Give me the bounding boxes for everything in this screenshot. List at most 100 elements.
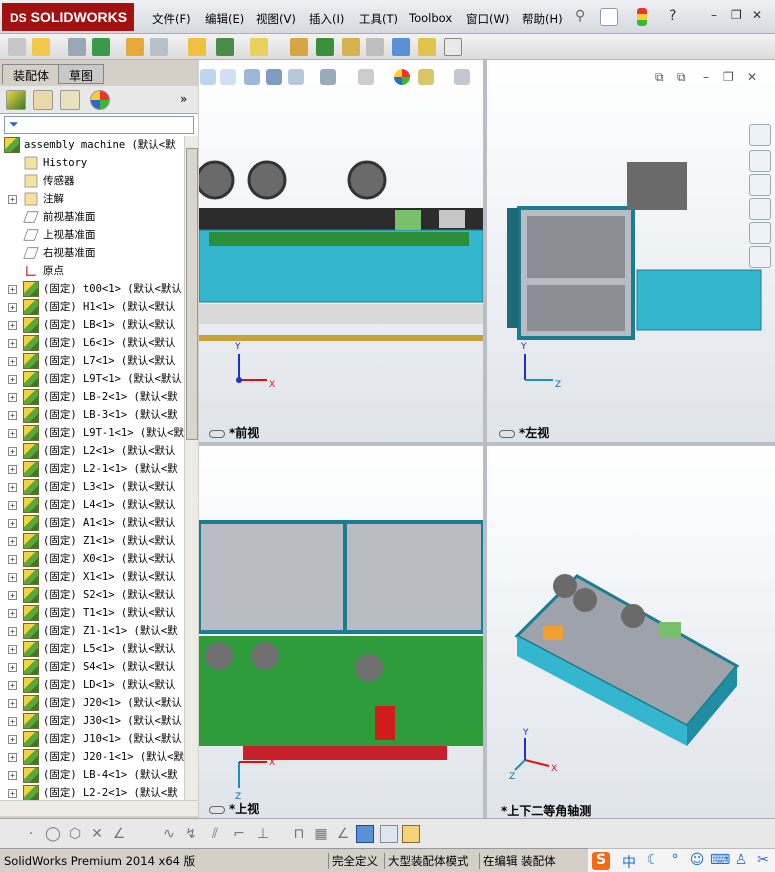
rebuild-traffic-light-icon[interactable] [637, 8, 647, 26]
point-icon[interactable]: · [22, 825, 40, 843]
expand-toggle-icon[interactable]: + [8, 573, 17, 582]
zoom-to-fit-icon[interactable] [200, 69, 216, 85]
solidworks-logo[interactable]: DS SOLIDWORKS [2, 3, 134, 31]
edit-appearance-icon[interactable] [394, 69, 410, 85]
new-part-icon[interactable] [8, 38, 26, 56]
tree-item[interactable]: + (固定) L9T<1> (默认<默认 [0, 370, 184, 388]
view-orientation-icon[interactable] [288, 69, 304, 85]
expand-toggle-icon[interactable]: + [8, 375, 17, 384]
show-hidden-icon[interactable] [188, 38, 206, 56]
expand-toggle-icon[interactable]: + [8, 627, 17, 636]
tree-item[interactable]: + (固定) L5<1> (默认<默认 [0, 640, 184, 658]
viewport-link-icon[interactable]: ⧉ [655, 70, 664, 85]
expand-toggle-icon[interactable]: + [8, 339, 17, 348]
tree-item[interactable]: 上视基准面 [0, 226, 184, 244]
expand-toggle-icon[interactable]: + [8, 537, 17, 546]
bill-of-materials-icon[interactable] [316, 38, 334, 56]
expand-toggle-icon[interactable]: + [8, 609, 17, 618]
restore-icon[interactable]: ❐ [731, 8, 749, 26]
section-view-icon[interactable] [266, 69, 282, 85]
tree-item[interactable]: 原点 [0, 262, 184, 280]
viewport-left[interactable]: *左视 Y Z ⧉ ⧉ – ❐ ✕ [487, 60, 775, 442]
menu-edit[interactable]: 编辑(E) [205, 11, 244, 27]
mate-icon[interactable] [68, 38, 86, 56]
close-icon[interactable]: ✕ [752, 8, 770, 26]
tree-item[interactable]: + (固定) t00<1> (默认<默认 [0, 280, 184, 298]
configuration-manager-icon[interactable] [60, 90, 80, 110]
previous-view-icon[interactable] [244, 69, 260, 85]
expand-toggle-icon[interactable]: + [8, 591, 17, 600]
expand-toggle-icon[interactable]: + [8, 303, 17, 312]
line-icon[interactable]: ∠ [110, 825, 128, 843]
expand-toggle-icon[interactable]: + [8, 645, 17, 654]
mirror-icon[interactable]: ⫽ [206, 825, 224, 843]
dimension-icon[interactable]: ⊓ [290, 825, 308, 843]
tree-item[interactable]: 右视基准面 [0, 244, 184, 262]
tree-item[interactable]: + (固定) S4<1> (默认<默认 [0, 658, 184, 676]
expand-toggle-icon[interactable]: + [8, 447, 17, 456]
help-icon[interactable]: ? [669, 8, 687, 26]
settings-icon[interactable]: ✂ [754, 852, 772, 870]
spline-icon[interactable]: ∿ [160, 825, 178, 843]
explode-line-sketch-icon[interactable] [366, 38, 384, 56]
new-document-icon[interactable] [600, 8, 618, 26]
expand-toggle-icon[interactable]: + [8, 465, 17, 474]
minimize-icon[interactable]: – [711, 8, 729, 26]
clearance-verification-icon[interactable] [418, 38, 436, 56]
expand-toggle-icon[interactable]: + [8, 519, 17, 528]
tree-vertical-scrollbar[interactable] [184, 136, 198, 800]
grid-icon[interactable]: ▦ [312, 825, 330, 843]
tree-item[interactable]: + (固定) Z1<1> (默认<默认 [0, 532, 184, 550]
sogou-logo-icon[interactable]: S [592, 852, 610, 870]
tree-item[interactable]: + (固定) L7<1> (默认<默认 [0, 352, 184, 370]
viewport-top[interactable]: *上视 X Z [199, 446, 483, 818]
status-large-assembly-mode[interactable]: 大型装配体模式 [384, 853, 469, 869]
view-settings-icon[interactable] [454, 69, 470, 85]
expand-toggle-icon[interactable]: + [8, 393, 17, 402]
expand-toggle-icon[interactable]: + [8, 789, 17, 798]
tree-item[interactable]: + (固定) L2-2<1> (默认<默 [0, 784, 184, 800]
half-width-moon-icon[interactable]: ☾ [644, 852, 662, 870]
expand-toggle-icon[interactable]: + [8, 735, 17, 744]
expand-toggle-icon[interactable]: + [8, 681, 17, 690]
punctuation-icon[interactable]: ° [666, 852, 684, 870]
viewport-restore-icon[interactable]: ❐ [723, 70, 734, 84]
menu-help[interactable]: 帮助(H) [522, 11, 563, 27]
tree-item[interactable]: 前视基准面 [0, 208, 184, 226]
tree-item[interactable]: + 注解 [0, 190, 184, 208]
tree-item[interactable]: + (固定) LB<1> (默认<默认 [0, 316, 184, 334]
solidworks-resources-icon[interactable] [749, 124, 771, 146]
tree-item[interactable]: + (固定) H1<1> (默认<默认 [0, 298, 184, 316]
smart-fastener-icon[interactable] [126, 38, 144, 56]
move-component-icon[interactable] [150, 38, 168, 56]
instant3d-icon[interactable] [444, 38, 462, 56]
expand-toggle-icon[interactable]: + [8, 285, 17, 294]
expand-toggle-icon[interactable]: + [8, 195, 17, 204]
file-explorer-icon[interactable] [749, 174, 771, 196]
expand-toggle-icon[interactable]: + [8, 663, 17, 672]
custom-properties-icon[interactable] [749, 246, 771, 268]
expand-toggle-icon[interactable]: + [8, 771, 17, 780]
expand-panels-icon[interactable]: » [180, 92, 187, 106]
tree-item[interactable]: + (固定) LB-2<1> (默认<默 [0, 388, 184, 406]
viewport-isometric[interactable]: *上下二等角轴测 Y X Z [487, 446, 775, 818]
tree-horizontal-scrollbar[interactable] [0, 800, 198, 816]
menu-file[interactable]: 文件(F) [152, 11, 191, 27]
tab-sketch[interactable]: 草图 [58, 64, 105, 84]
assembly-features-icon[interactable] [216, 38, 234, 56]
user-icon[interactable]: ♙ [732, 852, 750, 870]
tree-item[interactable]: History [0, 154, 184, 172]
tree-item[interactable]: + (固定) X0<1> (默认<默认 [0, 550, 184, 568]
tree-item[interactable]: + (固定) T1<1> (默认<默认 [0, 604, 184, 622]
expand-toggle-icon[interactable]: + [8, 357, 17, 366]
scrollbar-thumb[interactable] [186, 148, 198, 440]
filter-input[interactable]: ⏷ [4, 116, 194, 134]
expand-toggle-icon[interactable]: + [8, 753, 17, 762]
property-manager-icon[interactable] [33, 90, 53, 110]
menu-toolbox[interactable]: Toolbox [409, 11, 452, 25]
viewport-close-icon[interactable]: ✕ [747, 70, 757, 84]
display-manager-icon[interactable] [90, 90, 110, 110]
offset-icon[interactable]: ↯ [182, 825, 200, 843]
tree-item[interactable]: + (固定) LB-3<1> (默认<默 [0, 406, 184, 424]
shaded-view-icon[interactable] [356, 825, 374, 843]
